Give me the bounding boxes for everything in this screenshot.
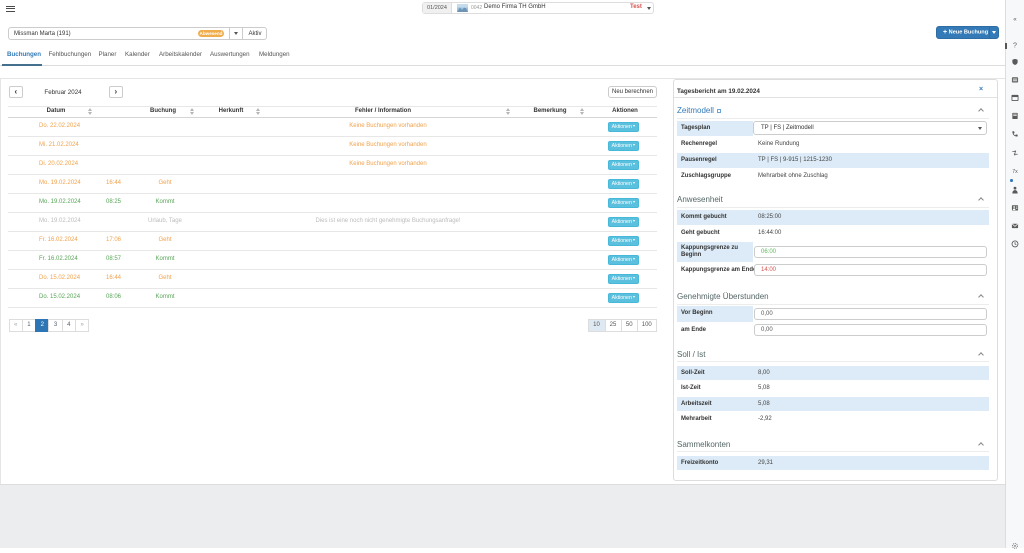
svg-text:?: ? — [1013, 43, 1017, 49]
svg-text:«: « — [1013, 16, 1017, 22]
svg-text:7x: 7x — [1012, 169, 1018, 174]
